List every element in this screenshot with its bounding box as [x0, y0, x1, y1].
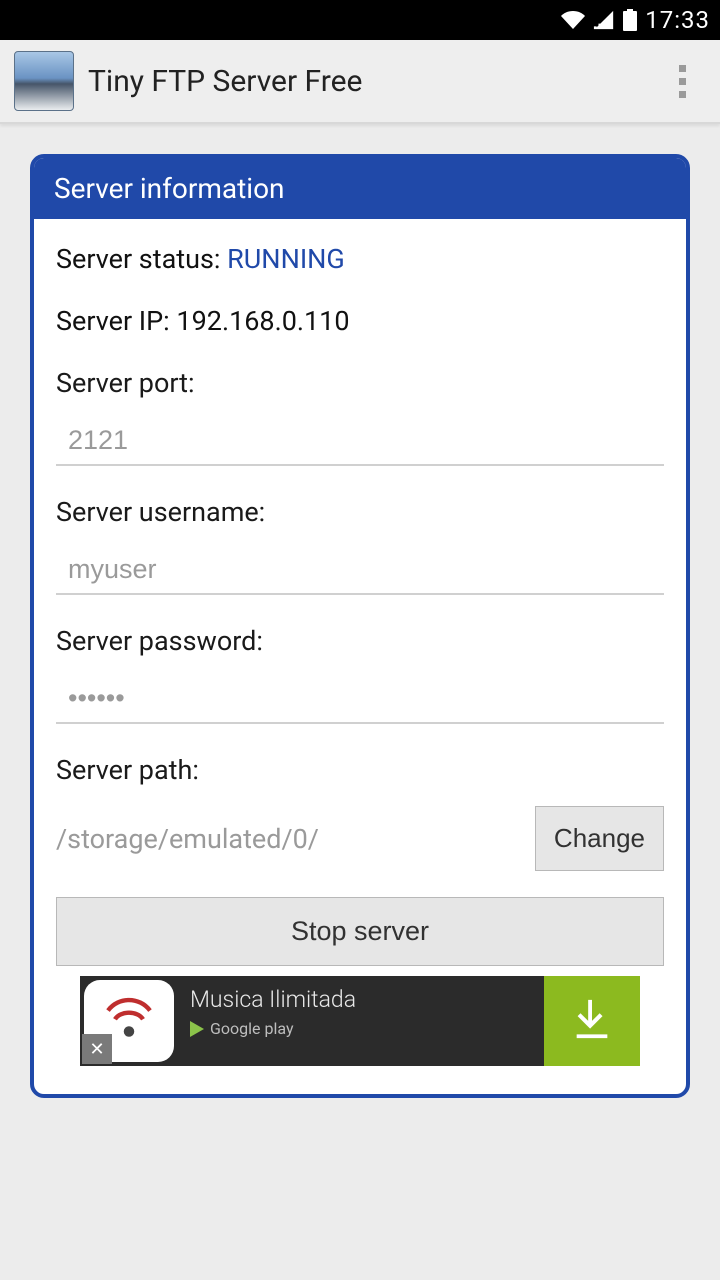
wifi-icon: [561, 8, 585, 32]
server-path-label: Server path:: [56, 754, 664, 786]
server-port-input[interactable]: [56, 419, 664, 466]
overflow-dot-icon: [679, 78, 686, 85]
card-body: Server status: RUNNING Server IP: 192.16…: [34, 219, 686, 1094]
download-icon: [569, 996, 615, 1046]
battery-icon: [623, 9, 637, 31]
server-status-row: Server status: RUNNING: [56, 243, 664, 275]
cell-signal-icon: [593, 9, 615, 31]
android-status-bar: 17:33: [0, 0, 720, 40]
server-path-value: /storage/emulated/0/: [56, 823, 523, 855]
server-password-label: Server password:: [56, 625, 664, 657]
server-path-row: Server path: /storage/emulated/0/ Change: [56, 754, 664, 871]
status-clock: 17:33: [645, 6, 710, 34]
server-status-value: RUNNING: [227, 243, 345, 275]
app-icon: [14, 51, 74, 111]
close-icon: ✕: [89, 1039, 104, 1060]
server-port-row: Server port:: [56, 367, 664, 466]
overflow-dot-icon: [679, 91, 686, 98]
google-play-icon: [190, 1021, 204, 1037]
ad-close-button[interactable]: ✕: [82, 1034, 112, 1064]
ad-store-row: Google play: [190, 1019, 532, 1038]
overflow-menu-button[interactable]: [658, 57, 706, 105]
server-info-card: Server information Server status: RUNNIN…: [30, 154, 690, 1098]
card-header: Server information: [34, 158, 686, 219]
server-password-row: Server password:: [56, 625, 664, 724]
server-ip-row: Server IP: 192.168.0.110: [56, 305, 664, 337]
ad-store-label: Google play: [210, 1019, 294, 1038]
server-password-input[interactable]: [56, 677, 664, 724]
server-port-label: Server port:: [56, 367, 664, 399]
stop-server-button[interactable]: Stop server: [56, 897, 664, 966]
overflow-dot-icon: [679, 65, 686, 72]
app-action-bar: Tiny FTP Server Free: [0, 40, 720, 124]
server-ip-label: Server IP:: [56, 305, 176, 337]
change-path-button[interactable]: Change: [535, 806, 664, 871]
server-username-row: Server username:: [56, 496, 664, 595]
ad-app-icon: ✕: [84, 980, 174, 1062]
ad-download-button[interactable]: [544, 976, 640, 1066]
ad-banner[interactable]: ✕ Musica Ilimitada Google play: [80, 976, 640, 1066]
ad-title: Musica Ilimitada: [190, 986, 532, 1013]
server-status-label: Server status:: [56, 243, 227, 275]
app-title: Tiny FTP Server Free: [88, 64, 362, 99]
ad-text: Musica Ilimitada Google play: [178, 976, 544, 1066]
server-username-label: Server username:: [56, 496, 664, 528]
server-ip-value: 192.168.0.110: [176, 305, 349, 337]
server-username-input[interactable]: [56, 548, 664, 595]
